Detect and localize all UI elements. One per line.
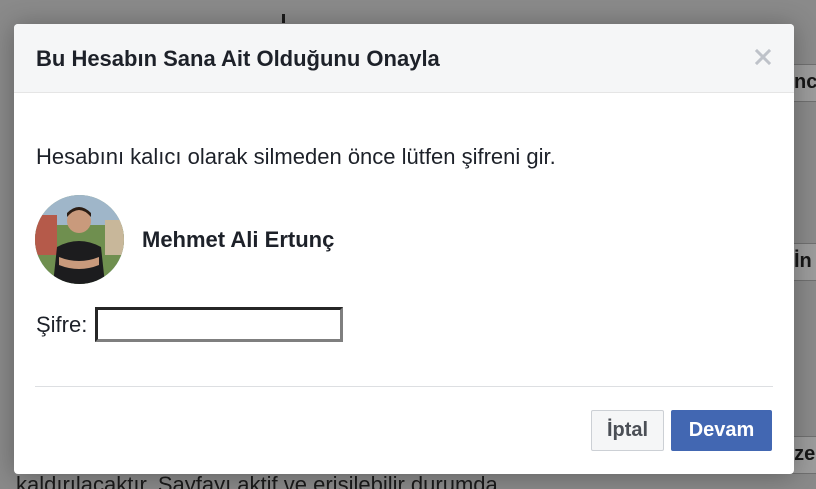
close-button[interactable] xyxy=(752,46,774,68)
footer-divider xyxy=(35,386,773,387)
password-label: Şifre: xyxy=(36,311,88,337)
cancel-button[interactable]: İptal xyxy=(591,410,664,451)
password-input[interactable] xyxy=(95,307,344,342)
continue-button[interactable]: Devam xyxy=(671,410,772,451)
user-info: Mehmet Ali Ertunç xyxy=(35,195,334,284)
background-text-fragment: kaldırılacaktır. Sayfayı aktif ve erişil… xyxy=(16,472,498,489)
dialog-title: Bu Hesabın Sana Ait Olduğunu Onayla xyxy=(36,46,440,71)
profile-photo xyxy=(35,195,124,284)
background-fragment-mark xyxy=(282,14,285,23)
confirm-account-dialog: Bu Hesabın Sana Ait Olduğunu Onayla Hesa… xyxy=(14,24,794,474)
dialog-message: Hesabını kalıcı olarak silmeden önce lüt… xyxy=(36,144,556,169)
password-row: Şifre: xyxy=(36,307,344,342)
user-name: Mehmet Ali Ertunç xyxy=(142,226,335,252)
close-icon xyxy=(755,49,771,65)
dialog-header: Bu Hesabın Sana Ait Olduğunu Onayla xyxy=(14,24,794,93)
avatar xyxy=(35,195,124,284)
